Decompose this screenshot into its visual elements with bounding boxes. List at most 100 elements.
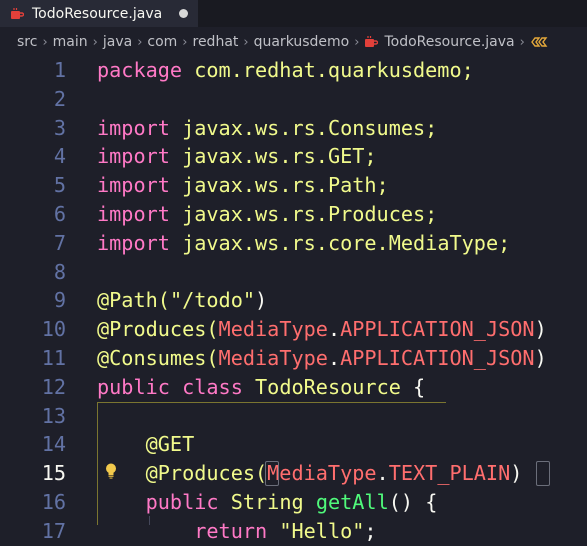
chevron-right-icon: ›: [519, 34, 525, 50]
code-token: MediaType: [218, 346, 328, 370]
code-token: import: [97, 173, 170, 198]
code-line[interactable]: 1 package com.redhat.quarkusdemo;: [0, 56, 587, 85]
bracket-scope-guide: [97, 402, 98, 525]
chevron-right-icon: ›: [42, 34, 48, 50]
unsaved-indicator-icon[interactable]: [179, 9, 188, 18]
tab-todoresource-java[interactable]: TodoResource.java: [0, 0, 198, 27]
line-number: 10: [41, 317, 66, 342]
breadcrumb-item-src[interactable]: src: [17, 34, 37, 50]
breadcrumb-item-file[interactable]: TodoResource.java: [384, 34, 514, 50]
code-line[interactable]: 14 @GET: [0, 430, 587, 459]
chevron-right-icon: ›: [243, 34, 249, 50]
code-token: ;: [364, 518, 377, 543]
code-line[interactable]: 4 import javax.ws.rs.GET;: [0, 142, 587, 171]
code-token: javax.ws.rs.Produces;: [169, 202, 438, 226]
line-number: 7: [53, 230, 66, 255]
java-coffee-icon: [365, 36, 379, 47]
code-text: return "Hello";: [97, 517, 377, 546]
line-number: 15: [41, 461, 66, 486]
chevron-right-icon: ›: [182, 34, 188, 50]
code-line[interactable]: 12 public class TodoResource {: [0, 373, 587, 402]
code-token: import: [97, 202, 170, 226]
code-text: public String getAll() {: [97, 488, 438, 517]
code-line[interactable]: 10 @Produces(MediaType.APPLICATION_JSON): [0, 315, 587, 344]
line-number: 16: [41, 490, 66, 514]
code-editor[interactable]: 1 package com.redhat.quarkusdemo; 2 3 import…: [0, 56, 587, 543]
class-symbol-icon[interactable]: [530, 35, 548, 49]
line-number: 9: [53, 288, 66, 313]
line-number: 8: [53, 259, 66, 284]
code-token: String: [230, 490, 304, 514]
code-line[interactable]: 7 import javax.ws.rs.core.MediaType;: [0, 229, 587, 258]
code-line[interactable]: 16 public String getAll() {: [0, 488, 587, 517]
code-token: @Consumes(: [97, 346, 219, 370]
line-number: 5: [53, 173, 66, 198]
code-text: @Produces(MediaType.TEXT_PLAIN): [97, 459, 523, 488]
code-token: {: [400, 374, 426, 399]
code-token: TEXT_PLAIN: [388, 461, 511, 486]
code-token: @Produces(: [97, 317, 219, 342]
tab-label: TodoResource.java: [32, 5, 163, 22]
line-number: 4: [53, 144, 66, 169]
code-text: import javax.ws.rs.GET;: [97, 142, 377, 171]
code-token: package: [97, 58, 183, 82]
line-number: 17: [41, 518, 66, 543]
code-line[interactable]: 13: [0, 402, 587, 431]
code-token: APPLICATION_JSON: [340, 346, 535, 370]
code-line[interactable]: 3 import javax.ws.rs.Consumes;: [0, 114, 587, 143]
code-text: @Path("/todo"): [97, 286, 267, 315]
line-number: 6: [53, 202, 66, 226]
code-token: import: [97, 144, 170, 169]
bracket-match-highlight: [536, 461, 550, 487]
code-token: () {: [388, 490, 438, 514]
code-token: getAll: [315, 490, 389, 514]
chevron-right-icon: ›: [137, 34, 143, 50]
breadcrumb-item-com[interactable]: com: [147, 34, 177, 50]
code-token: public: [97, 374, 170, 399]
code-line[interactable]: 2: [0, 85, 587, 114]
code-token: MediaType: [218, 317, 328, 342]
breadcrumb: src › main › java › com › redhat › quark…: [0, 29, 587, 55]
code-token: ): [534, 346, 547, 370]
editor-tab-bar: TodoResource.java: [0, 0, 587, 27]
code-text: @Consumes(MediaType.APPLICATION_JSON): [97, 344, 547, 373]
code-line[interactable]: 15 @Produces(MediaType.TEXT_PLAIN): [0, 459, 587, 488]
line-number: 14: [41, 432, 66, 457]
code-token: @Produces(: [97, 461, 268, 486]
java-coffee-icon: [11, 7, 24, 19]
code-token: .: [327, 346, 341, 370]
code-line[interactable]: 11 @Consumes(MediaType.APPLICATION_JSON): [0, 344, 587, 373]
code-token: MediaType: [267, 461, 377, 486]
code-token: "Hello": [279, 518, 365, 543]
lightbulb-icon[interactable]: [104, 462, 118, 480]
code-line[interactable]: 9 @Path("/todo"): [0, 286, 587, 315]
code-token: public: [145, 490, 219, 514]
code-token: javax.ws.rs.GET;: [169, 144, 377, 169]
code-token: .: [327, 317, 341, 342]
code-line[interactable]: 6 import javax.ws.rs.Produces;: [0, 200, 587, 229]
code-token: "/todo": [169, 288, 256, 313]
code-line[interactable]: 8: [0, 258, 587, 287]
line-number: 3: [53, 115, 66, 140]
line-number: 13: [41, 403, 66, 428]
code-token: com.redhat.quarkusdemo;: [182, 58, 474, 82]
breadcrumb-item-java[interactable]: java: [103, 34, 132, 50]
code-token: ): [255, 288, 268, 313]
breadcrumb-item-redhat[interactable]: redhat: [193, 34, 239, 50]
breadcrumb-item-main[interactable]: main: [53, 34, 88, 50]
code-line[interactable]: 17 return "Hello";: [0, 517, 587, 546]
code-token: class: [182, 374, 243, 399]
chevron-right-icon: ›: [92, 34, 98, 50]
code-token: javax.ws.rs.Consumes;: [169, 115, 438, 140]
code-text: public class TodoResource {: [97, 373, 425, 402]
code-token: return: [194, 518, 268, 543]
breadcrumb-item-quarkusdemo[interactable]: quarkusdemo: [254, 34, 350, 50]
code-text: import javax.ws.rs.core.MediaType;: [97, 229, 510, 258]
code-line[interactable]: 5 import javax.ws.rs.Path;: [0, 171, 587, 200]
code-token: APPLICATION_JSON: [340, 317, 535, 342]
